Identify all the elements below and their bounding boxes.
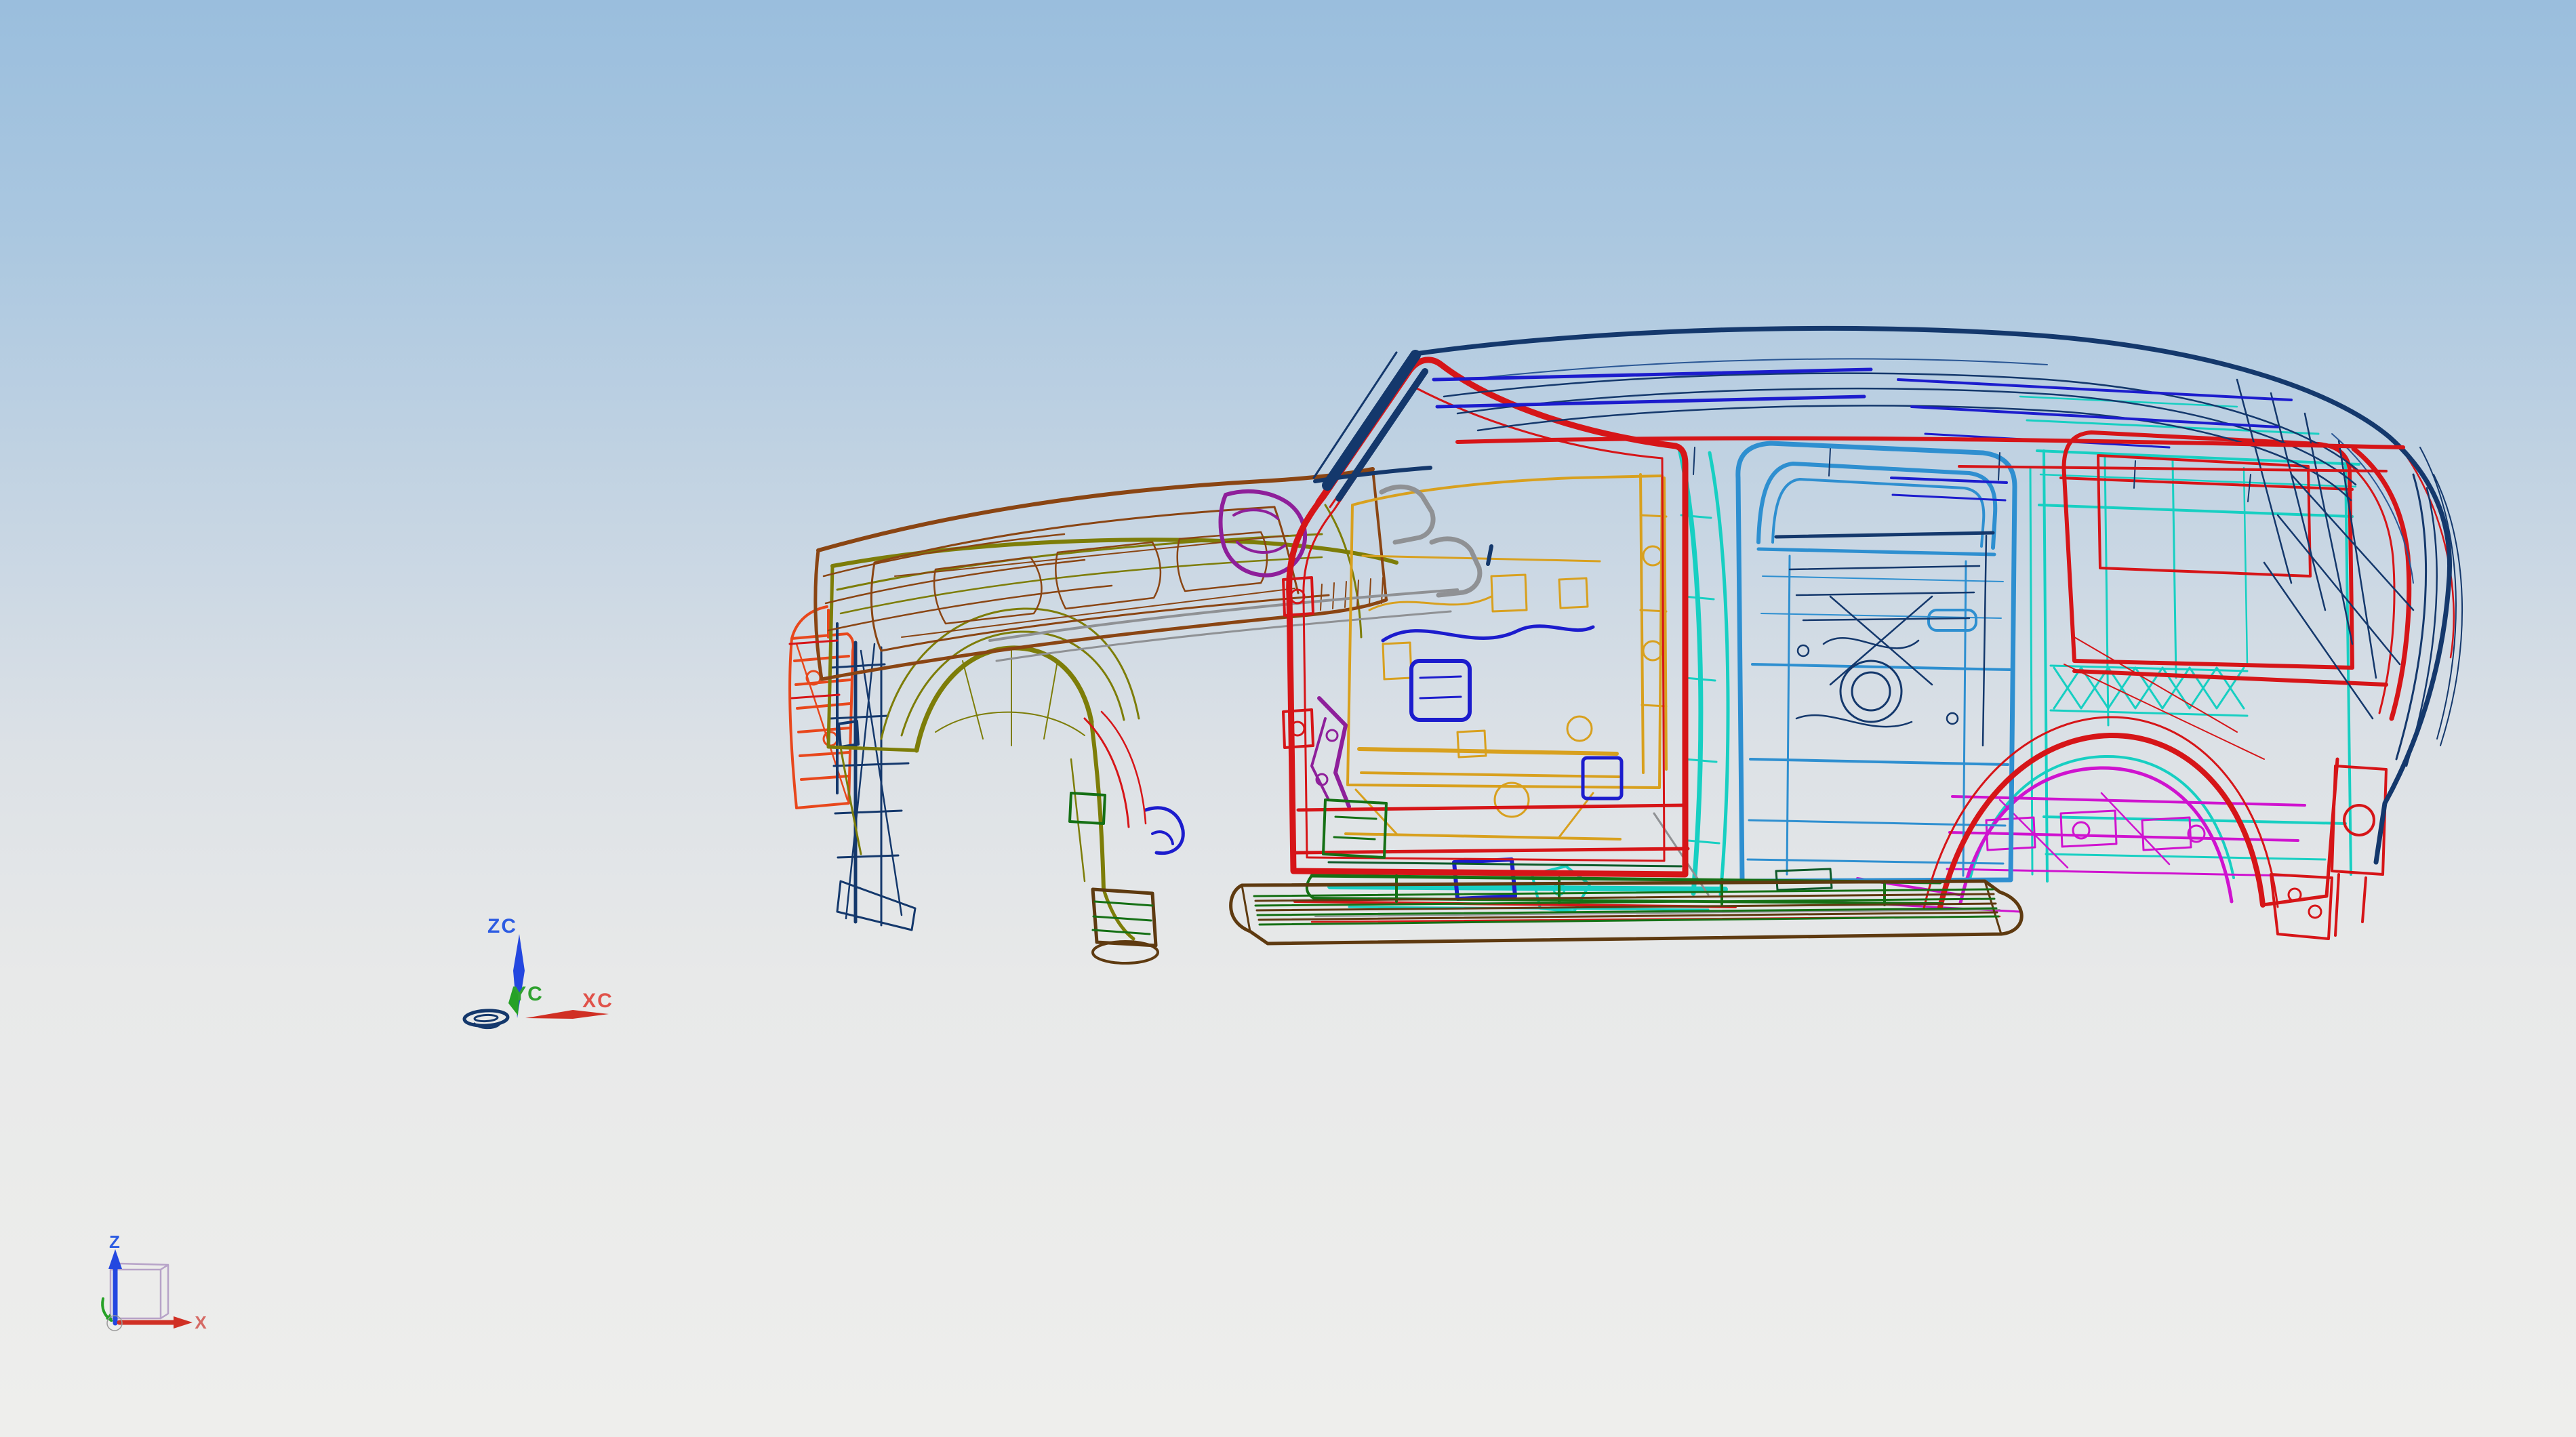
part-b-pillar[interactable]: [1327, 446, 1730, 913]
wcs-z-label: ZC: [487, 915, 517, 937]
model-view: ZC YC XC Z X: [101, 325, 2463, 1333]
view-y-axis-arrow[interactable]: [101, 1297, 113, 1322]
view-z-label: Z: [109, 1232, 121, 1252]
suv-body-wireframe: [788, 325, 2463, 965]
part-rear-door-internals[interactable]: [1774, 531, 1995, 747]
wcs-y-label: YC: [512, 983, 544, 1005]
cad-graphics-window[interactable]: ZC YC XC Z X: [0, 0, 2576, 1437]
part-cant-rail[interactable]: [1455, 436, 2405, 472]
part-rear-door-bows[interactable]: [1890, 477, 2008, 502]
wcs-x-label: XC: [582, 990, 613, 1012]
part-front-door-inner[interactable]: [1344, 473, 1668, 841]
view-cube-icon: [109, 1262, 169, 1320]
wcs-origin-glyph: [462, 1009, 510, 1030]
part-running-board[interactable]: [1091, 879, 2024, 965]
wcs-triad[interactable]: ZC YC XC: [462, 915, 613, 1030]
view-orientation-triad[interactable]: Z X: [101, 1232, 208, 1333]
part-a-pillar[interactable]: [1312, 350, 1513, 566]
view-x-label: X: [195, 1312, 207, 1333]
part-front-fascia[interactable]: [788, 605, 855, 809]
